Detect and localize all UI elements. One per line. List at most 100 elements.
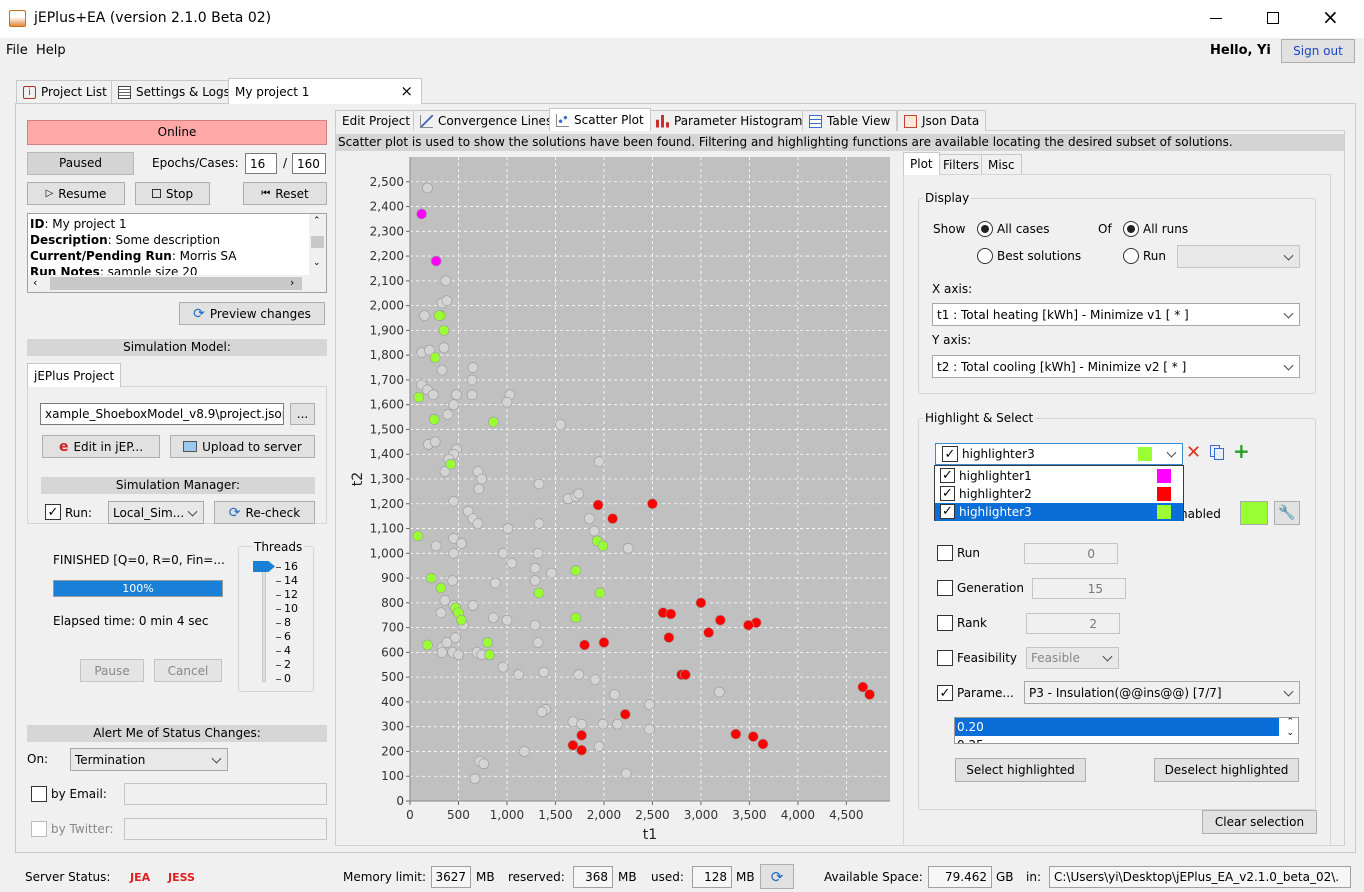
scroll-up-icon[interactable]: ⌃ — [313, 216, 321, 226]
scatter-point[interactable] — [428, 414, 440, 425]
all-runs-radio[interactable] — [1123, 221, 1139, 237]
scroll-thumb[interactable] — [311, 236, 324, 248]
scatter-point[interactable] — [469, 773, 481, 785]
tab-table-view[interactable]: Table View — [802, 110, 898, 131]
scatter-point[interactable] — [529, 575, 541, 586]
add-highlighter-icon[interactable]: + — [1233, 439, 1250, 463]
scatter-point[interactable] — [620, 768, 632, 780]
parameter-select[interactable]: P3 - Insulation(@@ins@@) [7/7] — [1024, 681, 1300, 704]
scatter-point[interactable] — [584, 513, 595, 524]
best-solutions-radio[interactable] — [977, 248, 993, 264]
scatter-point[interactable] — [453, 649, 464, 661]
y-axis-select[interactable]: t2 : Total cooling [kWh] - Minimize v2 [… — [932, 355, 1300, 378]
scatter-point[interactable] — [413, 391, 425, 403]
scatter-point[interactable] — [529, 562, 541, 574]
alert-on-select[interactable]: Termination — [70, 748, 228, 771]
scatter-point[interactable] — [644, 723, 655, 735]
scatter-point[interactable] — [598, 637, 610, 648]
scatter-point[interactable] — [478, 758, 489, 770]
scatter-point[interactable] — [435, 582, 447, 594]
scatter-point[interactable] — [703, 627, 714, 638]
scatter-chart[interactable]: 0 500 1,000 1,500 2,000 2,500 3,000 3,500 4,000 4… — [338, 153, 898, 845]
scatter-point[interactable] — [570, 612, 582, 624]
scatter-point[interactable] — [433, 310, 445, 321]
parameter-filter-checkbox[interactable]: ✓ — [937, 685, 953, 701]
scatter-point[interactable] — [538, 666, 550, 678]
menu-file[interactable]: File — [6, 43, 28, 58]
scatter-point[interactable] — [448, 399, 459, 410]
scatter-point[interactable] — [589, 674, 601, 685]
scatter-point[interactable] — [597, 540, 609, 552]
twitter-checkbox[interactable] — [31, 821, 47, 837]
tab-jeplus-project[interactable]: jEPlus Project — [27, 363, 122, 387]
scatter-point[interactable] — [607, 513, 618, 524]
scatter-point[interactable] — [747, 731, 759, 742]
scatter-point[interactable] — [430, 255, 442, 267]
highlighter-select[interactable]: ✓ highlighter3 — [935, 443, 1183, 465]
parameter-value-selected[interactable]: 0.20 — [955, 718, 1279, 736]
parameter-values-list[interactable]: 0.20 0.25 ⌃ ⌄ — [954, 717, 1299, 744]
scatter-point[interactable] — [665, 608, 677, 620]
recheck-button[interactable]: ⟳ Re-check — [214, 501, 315, 524]
generation-filter-checkbox[interactable] — [937, 580, 953, 596]
email-checkbox[interactable] — [31, 786, 47, 802]
rank-filter-checkbox[interactable] — [937, 615, 953, 631]
scroll-left-icon[interactable]: ‹ — [33, 276, 37, 289]
tab-json-data[interactable]: Json Data — [897, 110, 987, 131]
threads-slider[interactable]: 16 14 12 10 8 6 4 2 0 — [252, 560, 307, 685]
project-file-field[interactable]: xample_ShoeboxModel_v8.9\project.json — [40, 403, 284, 425]
tab-edit-project[interactable]: Edit Project — [335, 110, 418, 131]
scatter-point[interactable] — [484, 649, 495, 661]
run-select[interactable] — [1177, 245, 1300, 268]
run-checkbox[interactable]: ✓ — [45, 504, 61, 520]
scatter-point[interactable] — [576, 744, 587, 756]
highlighter-option-1[interactable]: ✓ highlighter1 — [935, 467, 1183, 485]
close-icon[interactable]: × — [1322, 5, 1339, 29]
scatter-point[interactable] — [439, 595, 451, 606]
preview-changes-button[interactable]: ⟳ Preview changes — [179, 302, 325, 325]
scatter-point[interactable] — [450, 632, 461, 643]
refresh-memory-button[interactable]: ⟳ — [760, 864, 794, 889]
rank-filter-spinner[interactable]: 2 — [1026, 613, 1120, 634]
edit-in-jeplus-button[interactable]: e Edit in jEP... — [42, 435, 160, 458]
tab-plot[interactable]: Plot — [903, 152, 940, 175]
scatter-point[interactable] — [570, 565, 582, 576]
scatter-point[interactable] — [619, 709, 631, 720]
scatter-point[interactable] — [573, 669, 585, 680]
scatter-point[interactable] — [422, 182, 433, 194]
scatter-point[interactable] — [466, 389, 478, 401]
scatter-point[interactable] — [647, 498, 658, 510]
scatter-point[interactable] — [567, 739, 579, 751]
run-filter-spinner[interactable]: 0 — [1024, 543, 1118, 564]
scatter-point[interactable] — [506, 557, 518, 569]
highlighter2-checkbox[interactable]: ✓ — [940, 486, 955, 501]
scatter-point[interactable] — [680, 669, 691, 680]
scatter-point[interactable] — [419, 310, 430, 321]
scatter-point[interactable] — [438, 325, 450, 336]
edit-highlighter-button[interactable]: 🔧 — [1274, 501, 1300, 525]
scatter-point[interactable] — [438, 342, 450, 354]
scatter-point[interactable] — [436, 647, 448, 658]
scatter-point[interactable] — [472, 518, 484, 529]
parameter-value-2[interactable]: 0.25 — [955, 736, 1279, 743]
close-tab-icon[interactable]: × — [400, 82, 413, 100]
tab-filters[interactable]: Filters — [936, 154, 986, 175]
copy-highlighter-icon[interactable] — [1210, 445, 1225, 460]
scatter-point[interactable] — [597, 718, 609, 730]
scatter-point[interactable] — [532, 548, 544, 559]
scatter-point[interactable] — [533, 478, 545, 490]
run-radio[interactable] — [1123, 248, 1139, 264]
scatter-point[interactable] — [593, 741, 605, 752]
scatter-point[interactable] — [467, 362, 479, 373]
scatter-point[interactable] — [714, 686, 725, 698]
scatter-point[interactable] — [416, 208, 427, 220]
scatter-point[interactable] — [426, 572, 437, 584]
scatter-point[interactable] — [448, 548, 459, 559]
list-scroll-down-icon[interactable]: ⌄ — [1286, 728, 1294, 738]
scatter-point[interactable] — [612, 718, 623, 730]
minimize-icon[interactable] — [1210, 18, 1222, 19]
scatter-point[interactable] — [412, 530, 424, 542]
run-manager-select[interactable]: Local_Sim... — [108, 501, 204, 524]
scatter-point[interactable] — [441, 295, 453, 306]
scatter-point[interactable] — [533, 587, 545, 599]
